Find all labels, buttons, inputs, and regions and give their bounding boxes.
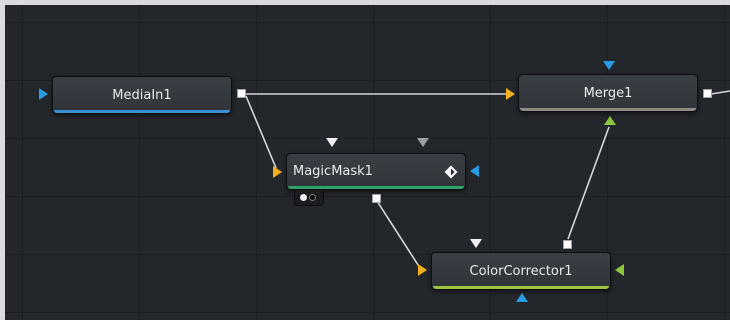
mediain-output-port[interactable]: [237, 89, 246, 98]
node-magicmask-label: MagicMask1: [293, 164, 373, 179]
node-magicmask[interactable]: MagicMask1: [286, 153, 466, 190]
node-colorcorrector[interactable]: ColorCorrector1: [431, 252, 611, 290]
diamond-icon[interactable]: [444, 165, 458, 179]
merge-foreground-input-icon[interactable]: [604, 116, 616, 125]
node-mediain-label: MediaIn1: [112, 87, 172, 103]
colorcorrector-mask-input-icon[interactable]: [516, 293, 528, 302]
node-merge-label: Merge1: [583, 85, 633, 101]
toggle-dot-on: [300, 194, 307, 201]
link-magicmask-to-colorcorrector[interactable]: [376, 200, 421, 269]
magicmask-input-triangle-icon[interactable]: [326, 138, 338, 147]
merge-background-input-icon[interactable]: [506, 88, 515, 100]
node-mediain[interactable]: MediaIn1: [52, 76, 232, 114]
magicmask-secondary-input-icon[interactable]: [417, 138, 429, 147]
merge-effect-mask-input-icon[interactable]: [603, 61, 615, 70]
node-editor-canvas[interactable]: MediaIn1 Merge1 MagicMask1 ColorCorrecto…: [0, 0, 730, 320]
node-colorcorrector-label: ColorCorrector1: [469, 263, 573, 279]
link-colorcorrector-to-merge[interactable]: [567, 126, 610, 240]
node-magicmask-color-bar: [288, 186, 464, 189]
merge-output-port[interactable]: [703, 89, 712, 98]
node-merge-color-bar: [520, 108, 696, 111]
colorcorrector-output-port[interactable]: [563, 240, 572, 249]
colorcorrector-background-input-icon[interactable]: [418, 264, 427, 276]
link-merge-output[interactable]: [710, 90, 730, 95]
node-colorcorrector-color-bar: [433, 286, 609, 289]
colorcorrector-input-triangle-icon[interactable]: [470, 239, 482, 248]
mediain-input-triangle-icon[interactable]: [39, 88, 48, 100]
colorcorrector-foreground-input-icon[interactable]: [615, 264, 624, 276]
link-mediain-to-magicmask[interactable]: [245, 95, 277, 169]
toggle-switch-icon[interactable]: [294, 190, 324, 206]
node-merge[interactable]: Merge1: [518, 74, 698, 112]
magicmask-mask-input-icon[interactable]: [470, 165, 479, 177]
magicmask-image-input-icon[interactable]: [273, 166, 282, 178]
toggle-dot-off: [309, 194, 316, 201]
magicmask-output-port[interactable]: [372, 194, 381, 203]
node-mediain-color-bar: [54, 110, 230, 113]
